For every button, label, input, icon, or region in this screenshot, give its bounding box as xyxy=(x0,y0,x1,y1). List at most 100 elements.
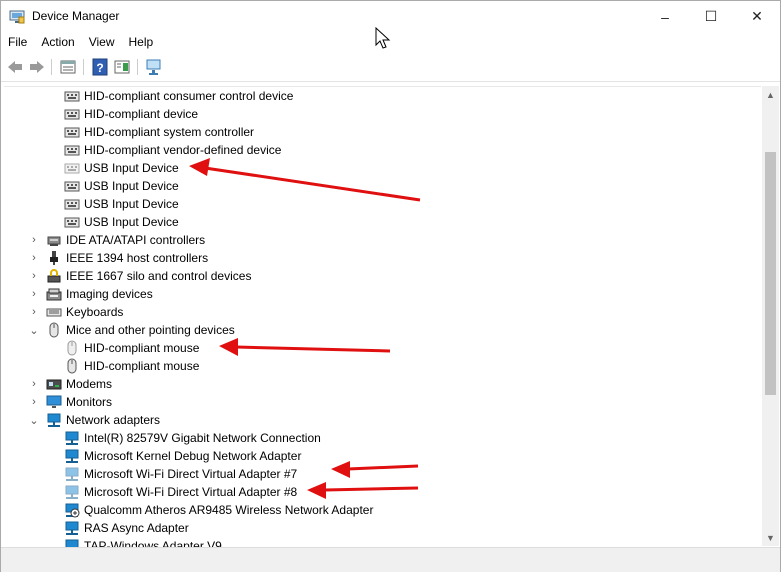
tree-category-monitors[interactable]: Monitors xyxy=(46,393,112,411)
menu-action[interactable]: Action xyxy=(34,32,81,53)
tree-category-modems[interactable]: Modems xyxy=(46,375,112,393)
tree-item-label: USB Input Device xyxy=(84,161,179,175)
tree-category-ieee-1394[interactable]: IEEE 1394 host controllers xyxy=(46,249,208,267)
mouse-icon xyxy=(67,340,77,356)
tree-category-ide-ata-atapi[interactable]: IDE ATA/ATAPI controllers xyxy=(46,231,205,249)
tree-item-label: USB Input Device xyxy=(84,215,179,229)
tree-item-usb-input-device[interactable]: USB Input Device xyxy=(64,213,179,231)
menu-help[interactable]: Help xyxy=(122,32,161,53)
properties-icon[interactable] xyxy=(59,58,77,76)
expand-chevron-icon[interactable]: › xyxy=(29,285,39,303)
tree-item-label: Keyboards xyxy=(66,305,124,319)
toolbar: ? xyxy=(1,54,780,82)
tree-item-ras-async[interactable]: RAS Async Adapter xyxy=(64,519,189,537)
tree-category-network-adapters[interactable]: Network adapters xyxy=(46,411,160,429)
tree-category-keyboards[interactable]: Keyboards xyxy=(46,303,123,321)
network-disabled-icon xyxy=(65,503,80,518)
network-icon xyxy=(65,449,79,463)
tree-item-hid-mouse[interactable]: HID-compliant mouse xyxy=(64,339,199,357)
device-tree[interactable]: HID-compliant consumer control device HI… xyxy=(4,86,761,547)
tree-item-ms-kernel-debug[interactable]: Microsoft Kernel Debug Network Adapter xyxy=(64,447,301,465)
minimize-button[interactable]: – xyxy=(642,1,688,32)
help-icon[interactable]: ? xyxy=(91,58,109,76)
tree-item-wifi-direct-7[interactable]: Microsoft Wi-Fi Direct Virtual Adapter #… xyxy=(64,465,297,483)
tree-item-label: HID-compliant system controller xyxy=(84,125,255,139)
network-icon xyxy=(65,485,79,499)
tree-category-mice[interactable]: Mice and other pointing devices xyxy=(46,321,235,339)
hid-device-icon xyxy=(64,91,80,102)
tree-item-label: Microsoft Wi-Fi Direct Virtual Adapter #… xyxy=(84,467,298,481)
close-icon: ✕ xyxy=(751,8,763,24)
tree-item-tap-windows-v9[interactable]: TAP-Windows Adapter V9 xyxy=(64,537,222,547)
tree-item-label: Network adapters xyxy=(66,413,161,427)
tree-item-hid-system-controller[interactable]: HID-compliant system controller xyxy=(64,123,254,141)
vertical-scrollbar[interactable]: ▲ ▼ xyxy=(762,86,779,546)
tree-item-usb-input-device[interactable]: USB Input Device xyxy=(64,159,179,177)
scroll-down-icon[interactable]: ▼ xyxy=(762,529,779,546)
tree-item-hid-mouse[interactable]: HID-compliant mouse xyxy=(64,357,199,375)
tree-item-label: HID-compliant mouse xyxy=(84,359,200,373)
tree-item-label: Modems xyxy=(66,377,113,391)
tree-item-intel-82579v[interactable]: Intel(R) 82579V Gigabit Network Connecti… xyxy=(64,429,321,447)
scroll-up-icon[interactable]: ▲ xyxy=(762,86,779,103)
tree-item-label: HID-compliant device xyxy=(84,107,199,121)
tree-item-label: Imaging devices xyxy=(66,287,153,301)
monitor-icon xyxy=(46,395,62,408)
scan-hardware-icon[interactable] xyxy=(145,58,163,76)
tree-item-label: Mice and other pointing devices xyxy=(66,323,235,337)
status-bar xyxy=(1,547,780,572)
expand-chevron-icon[interactable]: › xyxy=(29,267,39,285)
tree-item-hid-consumer-control[interactable]: HID-compliant consumer control device xyxy=(64,87,293,105)
network-icon xyxy=(65,521,79,535)
hid-device-icon xyxy=(64,109,80,120)
tree-item-label: IEEE 1667 silo and control devices xyxy=(66,269,252,283)
toolbar-separator xyxy=(51,59,52,75)
tree-item-label: Qualcomm Atheros AR9485 Wireless Network… xyxy=(84,503,374,517)
title-bar[interactable]: Device Manager – ☐ ✕ xyxy=(1,1,780,32)
expand-chevron-icon[interactable]: › xyxy=(29,249,39,267)
tree-category-ieee-1667[interactable]: IEEE 1667 silo and control devices xyxy=(46,267,251,285)
expand-chevron-icon[interactable]: › xyxy=(29,375,39,393)
hid-device-icon xyxy=(64,199,80,210)
hid-device-icon xyxy=(64,145,80,156)
tree-item-usb-input-device[interactable]: USB Input Device xyxy=(64,177,179,195)
collapse-chevron-icon[interactable]: ⌄ xyxy=(29,411,39,429)
hid-device-icon xyxy=(64,181,80,192)
scrollbar-thumb[interactable] xyxy=(765,152,776,395)
action-pane-icon[interactable] xyxy=(113,58,131,76)
tree-item-label: RAS Async Adapter xyxy=(84,521,189,535)
maximize-button[interactable]: ☐ xyxy=(688,1,734,32)
tree-category-imaging-devices[interactable]: Imaging devices xyxy=(46,285,153,303)
tree-item-usb-input-device[interactable]: USB Input Device xyxy=(64,195,179,213)
tree-item-hid-device[interactable]: HID-compliant device xyxy=(64,105,198,123)
hid-device-icon xyxy=(64,127,80,138)
menu-file[interactable]: File xyxy=(1,32,34,53)
tree-item-hid-vendor-defined[interactable]: HID-compliant vendor-defined device xyxy=(64,141,281,159)
device-manager-icon xyxy=(9,10,25,24)
close-button[interactable]: ✕ xyxy=(734,1,780,32)
back-icon[interactable] xyxy=(6,58,24,76)
tree-item-wifi-direct-8[interactable]: Microsoft Wi-Fi Direct Virtual Adapter #… xyxy=(64,483,297,501)
collapse-chevron-icon[interactable]: ⌄ xyxy=(29,321,39,339)
expand-chevron-icon[interactable]: › xyxy=(29,231,39,249)
expand-chevron-icon[interactable]: › xyxy=(29,303,39,321)
minimize-icon: – xyxy=(661,8,669,25)
tree-item-label: HID-compliant consumer control device xyxy=(84,89,294,103)
hid-device-icon xyxy=(64,163,80,174)
tree-item-qualcomm-ar9485[interactable]: Qualcomm Atheros AR9485 Wireless Network… xyxy=(64,501,373,519)
device-manager-window: Device Manager – ☐ ✕ File Action View He… xyxy=(0,0,781,572)
menu-view[interactable]: View xyxy=(82,32,122,53)
imaging-icon xyxy=(46,288,62,301)
expand-chevron-icon[interactable]: › xyxy=(29,393,39,411)
tree-item-label: Microsoft Kernel Debug Network Adapter xyxy=(84,449,302,463)
menu-bar: File Action View Help xyxy=(1,32,780,53)
tree-item-label: HID-compliant vendor-defined device xyxy=(84,143,282,157)
toolbar-separator xyxy=(83,59,84,75)
window-title: Device Manager xyxy=(32,9,120,23)
modem-icon xyxy=(46,379,62,390)
tree-item-label: IDE ATA/ATAPI controllers xyxy=(66,233,206,247)
ide-controller-icon xyxy=(47,236,61,246)
tree-item-label: TAP-Windows Adapter V9 xyxy=(84,539,222,547)
forward-icon[interactable] xyxy=(28,58,46,76)
tree-item-label: USB Input Device xyxy=(84,179,179,193)
